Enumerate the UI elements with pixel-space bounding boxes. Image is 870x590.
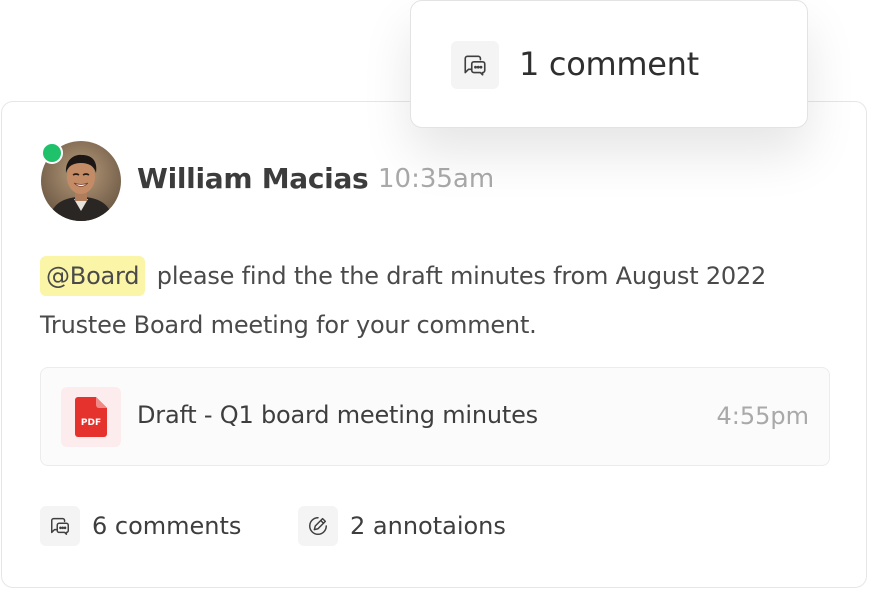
author-name[interactable]: William Macias: [137, 162, 369, 195]
comment-widget: William Macias 10:35am @Board please fin…: [0, 0, 870, 590]
attachment-timestamp: 4:55pm: [716, 402, 809, 430]
message-text: please find the the draft minutes from A…: [40, 262, 767, 339]
annotations-count-button[interactable]: 2 annotaions: [298, 506, 506, 546]
annotations-count-label: 2 annotaions: [350, 512, 506, 540]
comments-count-button[interactable]: 6 comments: [40, 506, 241, 546]
chat-bubbles-icon: [451, 41, 499, 89]
comment-timestamp: 10:35am: [378, 164, 495, 194]
comments-count-label: 6 comments: [92, 512, 242, 540]
pdf-file-icon: PDF: [61, 387, 121, 447]
online-status-indicator: [41, 142, 63, 164]
chat-bubbles-icon: [40, 506, 80, 546]
comment-card: William Macias 10:35am @Board please fin…: [1, 101, 867, 588]
comment-message: @Board please find the the draft minutes…: [40, 252, 830, 350]
pdf-badge-label: PDF: [80, 418, 102, 428]
popup-comment-count: 1 comment: [519, 45, 699, 83]
attachment-name[interactable]: Draft - Q1 board meeting minutes: [137, 401, 538, 429]
attachment-item[interactable]: PDF Draft - Q1 board meeting minutes 4:5…: [40, 367, 830, 466]
annotation-icon: [298, 506, 338, 546]
comment-count-popup[interactable]: 1 comment: [410, 0, 808, 128]
mention-tag[interactable]: @Board: [40, 256, 146, 296]
